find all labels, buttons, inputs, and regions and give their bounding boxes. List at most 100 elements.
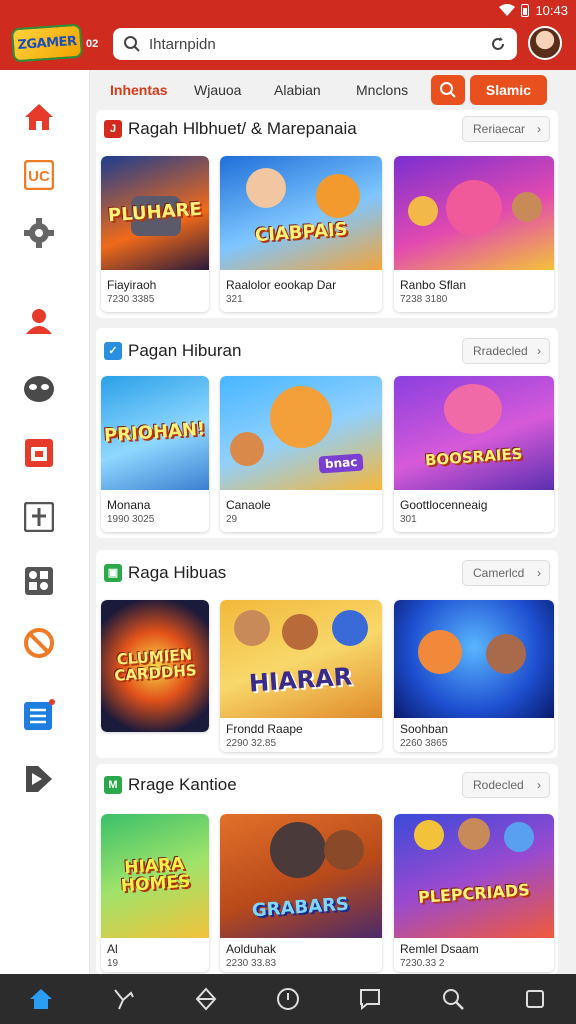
app-logo[interactable]: ZGAMER [10, 23, 84, 63]
game-meta: 19 [107, 958, 119, 969]
avatar[interactable] [528, 26, 562, 60]
game-meta: 29 [226, 514, 238, 525]
game-meta: 1990 3025 [107, 514, 155, 525]
chevron-right-icon: › [537, 566, 541, 580]
game-card[interactable]: HIARA HOMES Al 19 [101, 814, 209, 972]
sidebar: UC [0, 70, 90, 974]
game-title: Fiayiraoh [107, 278, 157, 292]
game-thumbnail: GRABARS [220, 814, 382, 938]
game-card[interactable]: GRABARS Aolduhak 2230 33.83 [220, 814, 382, 972]
game-card[interactable]: HIARAR Frondd Raape 2290 32.85 [220, 600, 382, 752]
user-icon[interactable] [22, 304, 56, 338]
uc-icon[interactable]: UC [22, 158, 56, 192]
tab-wjauoa[interactable]: Wjauoa [194, 82, 241, 98]
see-all-button[interactable]: Reriaecar › [462, 116, 550, 142]
bottom-navigation [0, 974, 576, 1024]
game-card[interactable]: PRIOHAN! Monana 1990 3025 [101, 376, 209, 532]
section-badge-icon: ✓ [104, 342, 122, 360]
battery-icon [521, 3, 530, 17]
nav-share-button[interactable] [103, 979, 143, 1019]
nav-diamond-button[interactable] [186, 979, 226, 1019]
refresh-icon[interactable] [489, 35, 507, 53]
game-meta: 301 [400, 514, 417, 525]
ban-icon[interactable] [22, 626, 56, 660]
calendar-icon[interactable] [22, 436, 56, 470]
game-card[interactable]: BOOSRAIES Goottlocenneaig 301 [394, 376, 554, 532]
game-title: Goottlocenneaig [400, 498, 488, 512]
app-header: 10:43 ZGAMER 02 [0, 0, 576, 70]
game-thumbnail: CLUMIEN CARDDHS [101, 600, 209, 732]
game-section: M Rrage Kantioe Rodecled › HIARA HOMES A… [96, 764, 558, 974]
section-header: M Rrage Kantioe [104, 772, 237, 798]
chevron-right-icon: › [537, 122, 541, 136]
chat-icon [360, 989, 381, 1011]
nav-home-button[interactable] [21, 979, 61, 1019]
game-card[interactable]: PLEPCRIADS Remlel Dsaam 7230.33 2 [394, 814, 554, 972]
game-title: Soohban [400, 722, 449, 736]
game-title: Ranbo Sflan [400, 278, 467, 292]
game-title: Al [107, 942, 118, 956]
share-icon [114, 989, 135, 1010]
nav-chat-button[interactable] [350, 979, 390, 1019]
game-title: Aolduhak [226, 942, 277, 956]
tab-inhentas[interactable]: Inhentas [110, 82, 168, 98]
game-title: Raalolor eookap Dar [226, 278, 337, 292]
section-header: ▣ Raga Hibuas [104, 560, 226, 586]
mask-icon[interactable] [22, 372, 56, 406]
game-title: Canaole [226, 498, 271, 512]
nav-recent-button[interactable] [515, 979, 555, 1019]
see-all-button[interactable]: Rodecled › [462, 772, 550, 798]
wifi-icon [499, 4, 516, 16]
home-icon[interactable] [22, 100, 56, 134]
game-thumbnail: CIABPAIS [220, 156, 382, 270]
section-title: Ragah Hlbhuet/ & Marepanaia [128, 119, 357, 138]
game-card[interactable]: Ranbo Sflan 7238 3180 [394, 156, 554, 312]
game-card[interactable]: Soohban 2260 3865 [394, 600, 554, 752]
game-thumbnail: HIARA HOMES [101, 814, 209, 938]
gear-icon[interactable] [22, 216, 56, 250]
list-icon[interactable] [22, 698, 56, 732]
game-title: Frondd Raape [226, 722, 303, 736]
section-badge-icon: M [104, 776, 122, 794]
section-badge-icon: ▣ [104, 564, 122, 582]
grid-icon[interactable] [22, 564, 56, 598]
see-all-button[interactable]: Rradecled › [462, 338, 550, 364]
media-icon[interactable] [22, 762, 56, 796]
game-thumbnail [394, 600, 554, 718]
clock-icon [276, 988, 299, 1010]
game-section: ▣ Raga Hibuas Camerlcd › CLUMIEN CARDDHS… [96, 550, 558, 758]
cta-button[interactable]: Slamic [470, 75, 547, 105]
section-header: J Ragah Hlbhuet/ & Marepanaia [104, 116, 357, 142]
game-meta: 321 [226, 294, 243, 305]
tab-search-button[interactable] [431, 75, 465, 105]
status-time: 10:43 [535, 2, 568, 18]
nav-clock-button[interactable] [268, 979, 308, 1019]
game-meta: 2230 33.83 [226, 958, 277, 969]
game-card[interactable]: bnac Canaole 29 [220, 376, 382, 532]
game-title: Remlel Dsaam [400, 942, 479, 956]
see-all-button[interactable]: Camerlcd › [462, 560, 550, 586]
game-thumbnail: PRIOHAN! [101, 376, 209, 490]
plus-box-icon[interactable] [22, 500, 56, 534]
tab-mnclons[interactable]: Mnclons [356, 82, 408, 98]
game-thumbnail: HIARAR [220, 600, 382, 718]
nav-search-button[interactable] [433, 979, 473, 1019]
search-icon [124, 36, 140, 52]
game-card[interactable]: CIABPAIS Raalolor eookap Dar 321 [220, 156, 382, 312]
tab-alabian[interactable]: Alabian [274, 82, 321, 98]
game-thumbnail: bnac [220, 376, 382, 490]
search-input[interactable] [149, 35, 489, 53]
game-section: ✓ Pagan Hiburan Rradecled › PRIOHAN! Mon… [96, 328, 558, 538]
game-card[interactable]: PLUHARE Fiayiraoh 7230 3385 [101, 156, 209, 312]
section-title: Pagan Hiburan [128, 341, 242, 360]
search-bar[interactable] [113, 28, 517, 60]
game-meta: 2260 3865 [400, 738, 448, 749]
game-card[interactable]: CLUMIEN CARDDHS [101, 600, 209, 732]
search-icon [440, 82, 456, 98]
square-icon [525, 990, 544, 1008]
game-thumbnail: PLEPCRIADS [394, 814, 554, 938]
section-header: ✓ Pagan Hiburan [104, 338, 241, 364]
game-thumbnail: PLUHARE [101, 156, 209, 270]
game-meta: 7238 3180 [400, 294, 448, 305]
game-section: J Ragah Hlbhuet/ & Marepanaia Reriaecar … [96, 110, 558, 318]
